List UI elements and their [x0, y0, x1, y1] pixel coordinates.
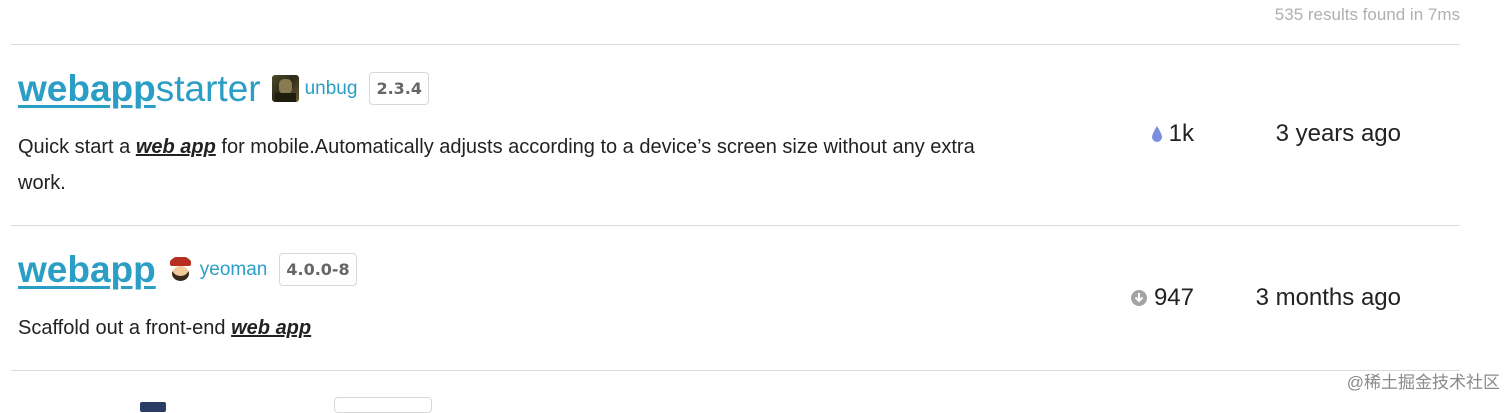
publisher-link[interactable]: yeoman: [200, 259, 268, 281]
download-circle-icon: [1130, 290, 1147, 306]
divider: [11, 44, 1460, 45]
stat-value: 1k: [1168, 120, 1194, 147]
publisher-avatar[interactable]: [140, 402, 166, 412]
description-text: Scaffold out a front-end: [18, 317, 232, 339]
package-description: Quick start a web app for mobile.Automat…: [18, 129, 1018, 201]
result-title-line: webapp yeoman 4.0.0-8: [18, 251, 357, 288]
result-title-line: webappstarter unbug 2.3.4: [18, 70, 430, 107]
divider: [11, 225, 1460, 226]
description-highlight: web app: [231, 317, 312, 339]
divider: [11, 370, 1460, 371]
package-name-link[interactable]: webappstarter: [18, 70, 261, 107]
version-badge: 2.3.4: [369, 72, 430, 105]
updated-time: 3 years ago: [1275, 120, 1401, 147]
results-count: 535 results found in 7ms: [1274, 5, 1460, 24]
drop-icon: [1151, 126, 1162, 142]
stat-value: 947: [1153, 284, 1194, 311]
popularity-stat: 1k: [1151, 120, 1194, 148]
description-highlight: web app: [135, 136, 216, 158]
package-name-link[interactable]: webapp: [18, 251, 156, 288]
package-name-rest: starter: [155, 68, 261, 109]
publisher-avatar[interactable]: [271, 75, 299, 102]
publisher-link[interactable]: unbug: [305, 78, 358, 100]
package-name-highlight: webapp: [18, 68, 156, 109]
updated-time: 3 months ago: [1255, 284, 1401, 311]
package-description: Scaffold out a front-end web app: [18, 310, 1018, 346]
popularity-stat: 947: [1130, 284, 1194, 312]
publisher-avatar[interactable]: [166, 256, 194, 283]
version-badge: 4.0.0-8: [279, 253, 357, 286]
version-badge: [334, 397, 432, 413]
package-name-highlight: webapp: [18, 249, 156, 290]
description-text: Quick start a: [18, 136, 136, 158]
watermark-text: @稀土掘金技术社区: [1346, 373, 1500, 392]
